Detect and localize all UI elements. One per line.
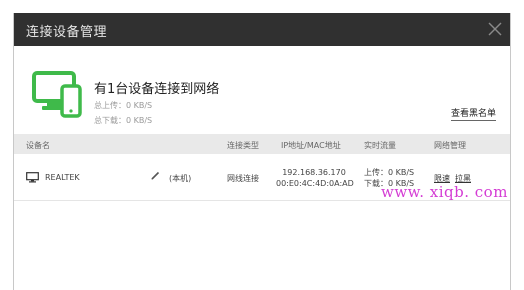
mac-address: 00:E0:4C:4D:0A:AD xyxy=(276,179,354,188)
address-cell: 192.168.36.170 00:E0:4C:4D:0A:AD xyxy=(276,167,354,189)
header-traffic: 实时流量 xyxy=(364,141,396,150)
window-title: 连接设备管理 xyxy=(26,25,108,40)
local-machine-tag: (本机) xyxy=(169,174,192,183)
title-bar: 连接设备管理 xyxy=(14,13,510,46)
summary-panel: 有1台设备连接到网络 总上传：0 KB/S 总下载：0 KB/S 查看黑名单 xyxy=(14,46,510,134)
header-manage: 网络管理 xyxy=(434,141,466,150)
computer-icon xyxy=(26,172,39,183)
table-header: 设备名 连接类型 IP地址/MAC地址 实时流量 网络管理 xyxy=(14,134,510,154)
header-address: IP地址/MAC地址 xyxy=(281,141,341,150)
device-manager-window: 连接设备管理 有1台设备连接到网络 总上传：0 KB/S 总下载：0 KB/S … xyxy=(13,13,511,290)
edit-name-icon[interactable] xyxy=(151,171,160,180)
device-name: REALTEK xyxy=(45,173,80,182)
devices-icon xyxy=(32,71,82,118)
device-upload-rate: 上传：0 KB/S xyxy=(364,168,415,177)
connection-type: 网线连接 xyxy=(227,174,259,183)
total-download: 总下载：0 KB/S xyxy=(94,116,153,125)
view-blacklist-link[interactable]: 查看黑名单 xyxy=(450,106,496,121)
ip-address: 192.168.36.170 xyxy=(282,168,346,177)
close-icon[interactable] xyxy=(486,20,504,38)
header-conn-type: 连接类型 xyxy=(227,141,259,150)
total-upload: 总上传：0 KB/S xyxy=(94,101,153,110)
header-device: 设备名 xyxy=(26,141,50,150)
watermark: www. xiqb. com xyxy=(381,183,508,201)
connected-count-headline: 有1台设备连接到网络 xyxy=(94,82,220,97)
